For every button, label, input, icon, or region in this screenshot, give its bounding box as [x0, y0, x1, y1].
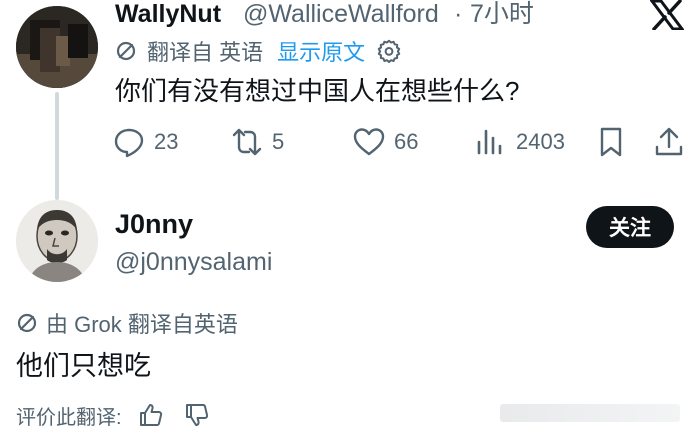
rate-translation-label: 评价此翻译:: [16, 406, 122, 429]
author-handle[interactable]: @WalliceWallford: [243, 0, 439, 28]
tweet-time[interactable]: 7小时: [470, 0, 534, 28]
grok-translation-info: 由 Grok 翻译自英语: [16, 308, 238, 338]
avatar-j0nny[interactable]: [16, 200, 98, 282]
avatar-wallynut[interactable]: [16, 6, 98, 88]
watermark: [500, 404, 680, 422]
thumbs-down-icon[interactable]: [184, 402, 210, 428]
views-count: 2403: [516, 129, 565, 154]
translated-from-label: 翻译自 英语: [147, 40, 264, 65]
x-logo-icon[interactable]: [649, 0, 685, 31]
reply-author-handle[interactable]: @j0nnysalami: [115, 246, 272, 278]
reply-text: 他们只想吃: [16, 351, 151, 381]
like-icon: [353, 128, 385, 156]
share-button[interactable]: [652, 120, 686, 164]
thread-line: [55, 92, 59, 200]
like-count: 66: [394, 129, 419, 154]
grok-translated-label: 由 Grok 翻译自英语: [46, 312, 238, 337]
bookmark-button[interactable]: [594, 120, 628, 164]
separator-dot: ·: [454, 0, 463, 28]
repost-button[interactable]: 5: [230, 120, 284, 164]
reply-button[interactable]: 23: [112, 120, 178, 164]
rate-translation: 评价此翻译:: [16, 400, 210, 430]
reply-author-name[interactable]: J0nny: [115, 208, 193, 240]
share-icon: [655, 127, 683, 156]
bookmark-icon: [600, 127, 622, 157]
repost-icon: [232, 128, 262, 156]
gear-icon[interactable]: [377, 39, 401, 63]
reply-count: 23: [154, 129, 179, 154]
author-name[interactable]: WallyNut: [115, 0, 221, 28]
translate-icon: [116, 41, 136, 61]
tweet-text: 你们有没有想过中国人在想些什么?: [115, 76, 520, 106]
thumbs-up-icon[interactable]: [138, 402, 164, 428]
translate-icon: [17, 313, 37, 333]
like-button[interactable]: 66: [352, 120, 418, 164]
reply-icon: [114, 128, 144, 158]
tweet-actions: 23 5 66 2403: [112, 120, 687, 164]
follow-button[interactable]: 关注: [586, 206, 674, 248]
repost-count: 5: [272, 129, 285, 154]
show-original-link[interactable]: 显示原文: [277, 35, 365, 67]
views-icon: [477, 129, 502, 155]
views-button[interactable]: 2403: [474, 120, 565, 164]
translation-info: 翻译自 英语 显示原文: [115, 36, 401, 66]
